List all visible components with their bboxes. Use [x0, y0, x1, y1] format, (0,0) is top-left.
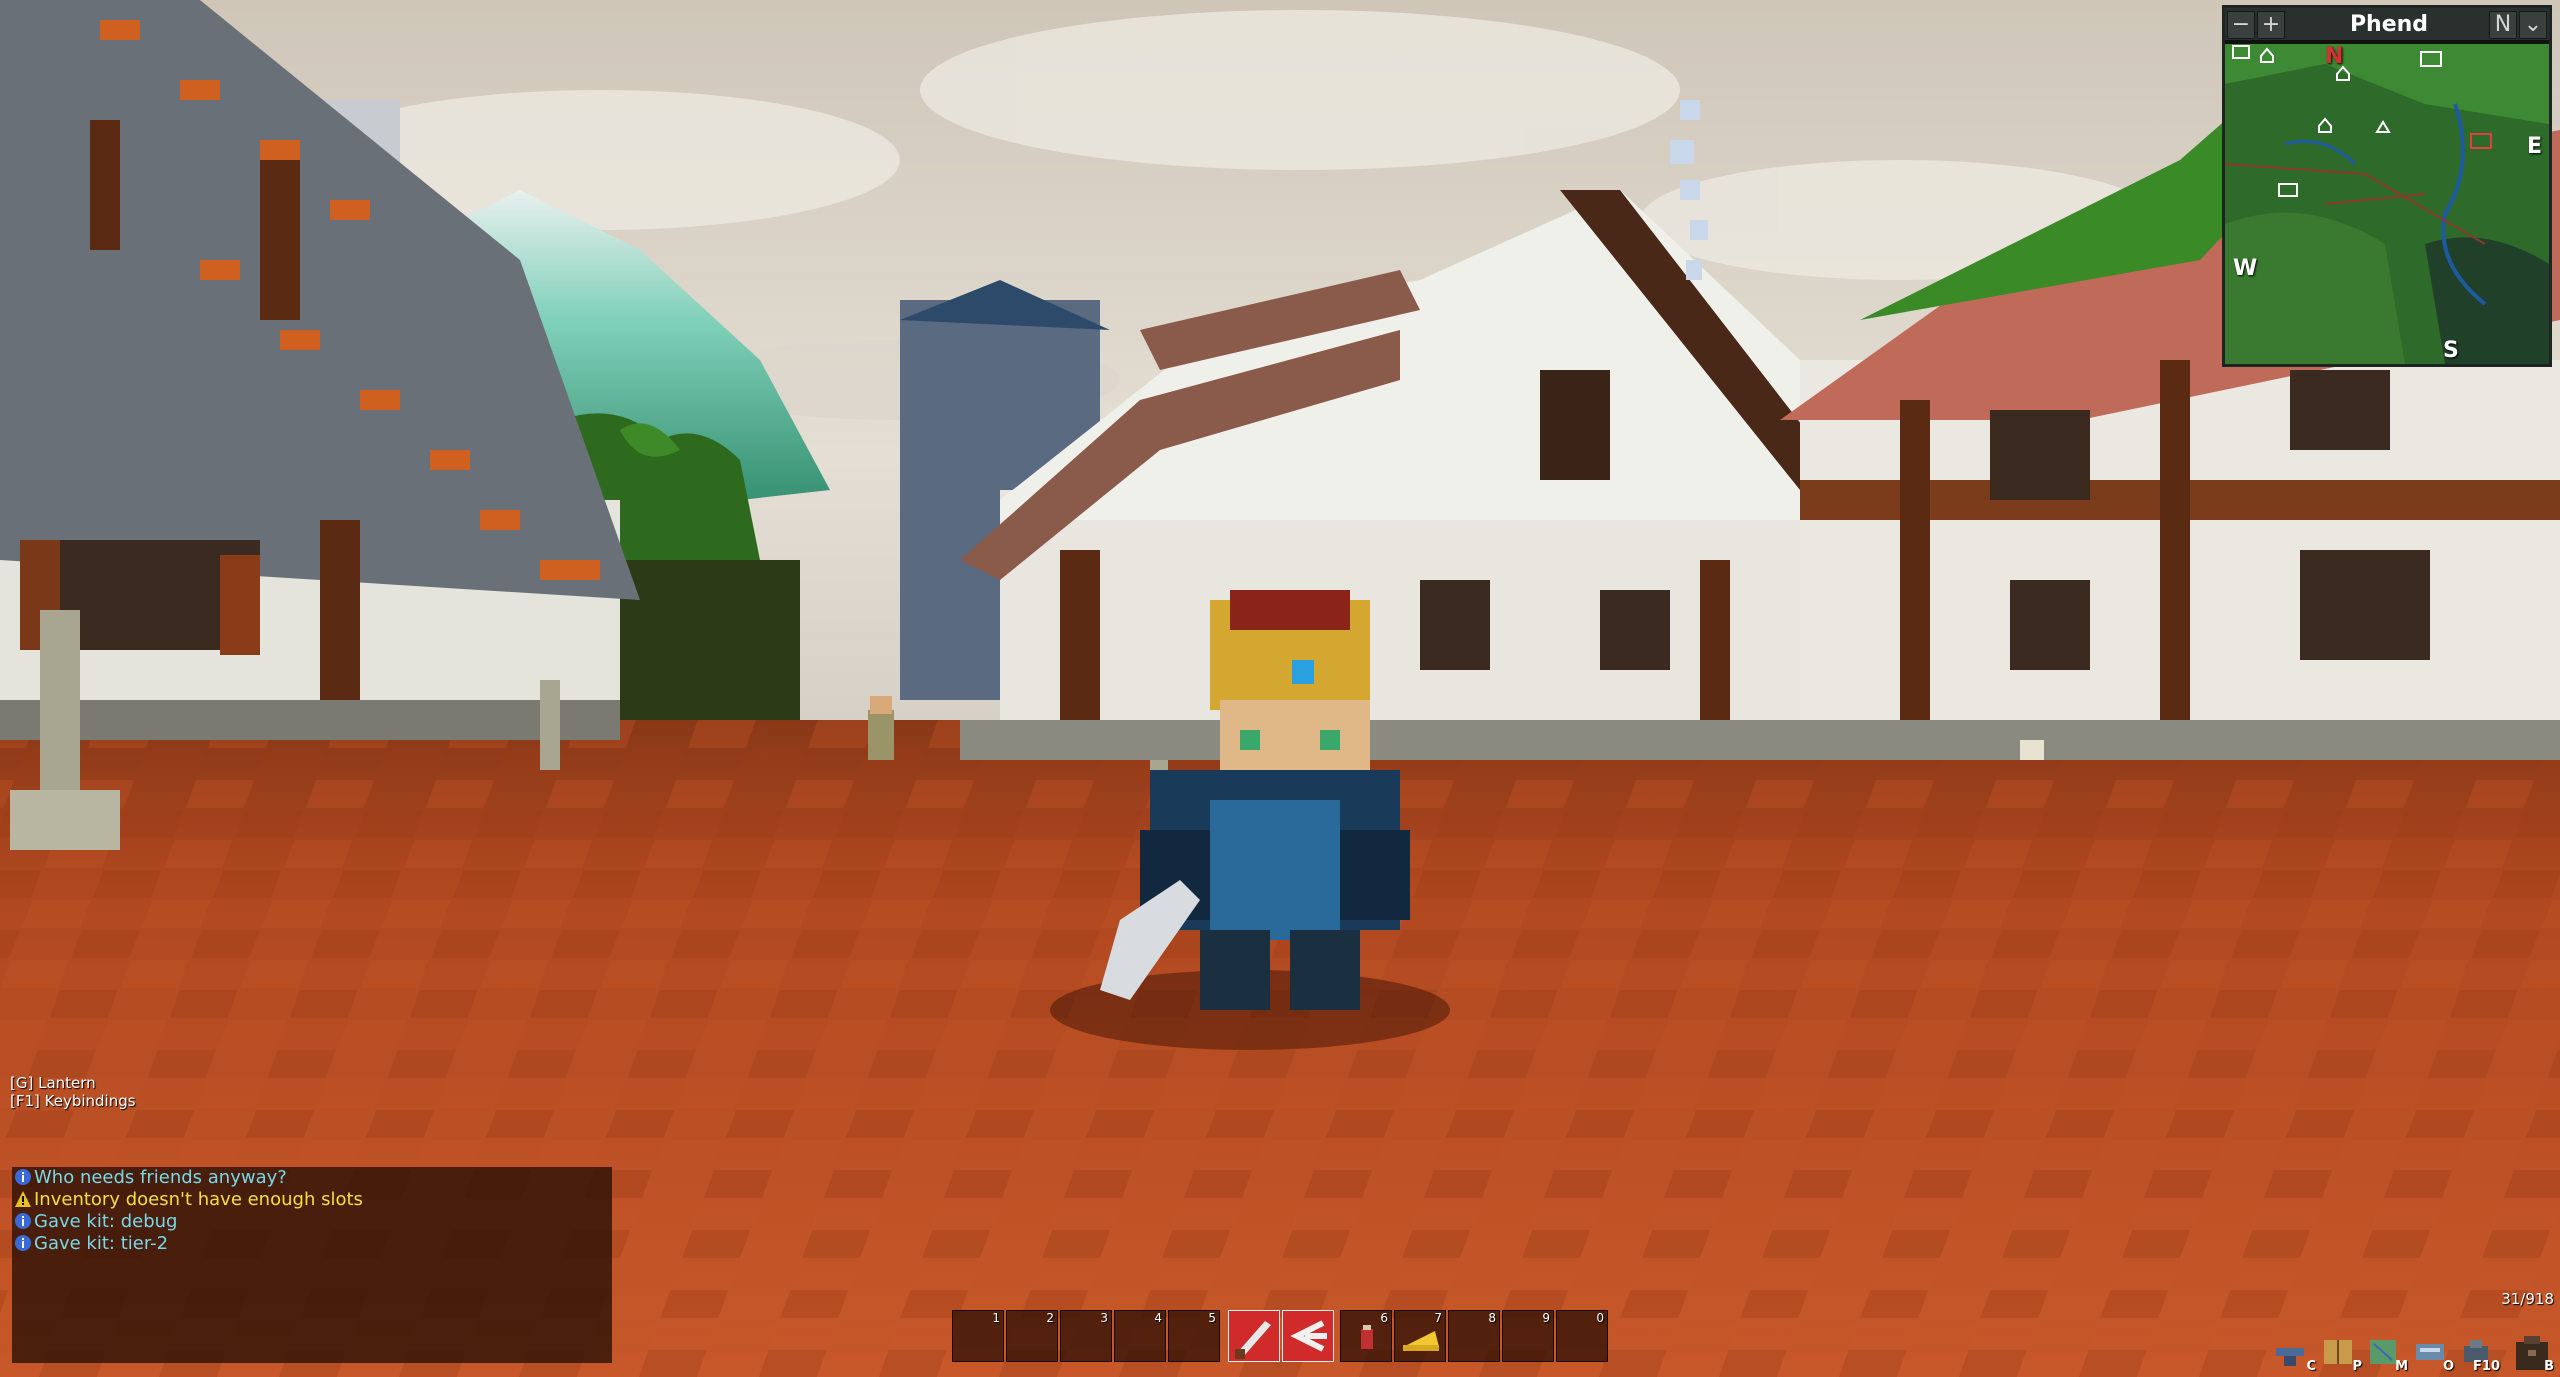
lantern-hint: [G] Lantern — [10, 1074, 96, 1092]
hotbar-slot-1[interactable]: 1 — [952, 1310, 1004, 1362]
hotbar-slot-3[interactable]: 3 — [1060, 1310, 1112, 1362]
hotbar-slot-4[interactable]: 4 — [1114, 1310, 1166, 1362]
minimap-terrain[interactable]: N E S W — [2225, 44, 2549, 364]
hotbar: 1 2 3 4 5 6 7 8 9 0 — [952, 1310, 1612, 1366]
hotbar-slot-8[interactable]: 8 — [1448, 1310, 1500, 1362]
slot-key: 0 — [1596, 1311, 1604, 1325]
collapse-minimap-button[interactable]: ⌄ — [2519, 11, 2547, 39]
slot-key: 9 — [1542, 1311, 1550, 1325]
menu-buttons: C P M O F10 B — [2272, 1334, 2560, 1374]
crafting-button[interactable]: C — [2272, 1334, 2316, 1374]
info-icon — [15, 1169, 31, 1185]
slot-key: 8 — [1488, 1311, 1496, 1325]
info-icon — [15, 1235, 31, 1251]
spellbook-key: P — [2352, 1359, 2362, 1374]
minimap-toolbar: − + Phend N ⌄ — [2225, 8, 2549, 42]
zoom-in-button[interactable]: + — [2257, 11, 2285, 39]
keybindings-hint: [F1] Keybindings — [10, 1092, 136, 1110]
slot-key: 7 — [1434, 1311, 1442, 1325]
cat — [2020, 740, 2044, 760]
hotbar-slot-9[interactable]: 9 — [1502, 1310, 1554, 1362]
social-button[interactable]: O — [2410, 1334, 2454, 1374]
minimap-location-name: Phend — [2349, 12, 2429, 37]
warning-icon — [15, 1191, 31, 1207]
chat-message-text: Who needs friends anyway? — [34, 1167, 287, 1188]
slot-key: 4 — [1154, 1311, 1162, 1325]
compass-north: N — [2325, 44, 2344, 69]
slot-key: 2 — [1046, 1311, 1054, 1325]
npc-villager — [868, 696, 894, 760]
ability-icon — [1290, 1320, 1327, 1352]
chat-message: Gave kit: debug — [14, 1211, 177, 1233]
compass-west: W — [2233, 256, 2258, 281]
inventory-bag-button[interactable]: B — [2510, 1334, 2554, 1374]
minimap-terrain-image — [2225, 44, 2549, 364]
compass-south: S — [2443, 338, 2459, 363]
slot-key: 6 — [1380, 1311, 1388, 1325]
primary-weapon-slot[interactable] — [1228, 1310, 1280, 1362]
keybinding-hints: [G] Lantern [F1] Keybindings — [10, 1074, 136, 1110]
social-key: O — [2442, 1359, 2454, 1374]
chat-message-text: Gave kit: tier-2 — [34, 1233, 169, 1254]
map-button[interactable]: M — [2364, 1334, 2408, 1374]
slot-key: 5 — [1208, 1311, 1216, 1325]
compass-east: E — [2527, 134, 2543, 159]
chat-window[interactable]: Who needs friends anyway? Inventory does… — [12, 1167, 612, 1363]
version-counter: 31/918 — [2501, 1290, 2554, 1308]
sword-icon — [1235, 1321, 1271, 1359]
crafting-key: C — [2306, 1359, 2316, 1374]
map-key: M — [2395, 1359, 2408, 1374]
chat-message: Inventory doesn't have enough slots — [14, 1189, 363, 1211]
inventory-key: B — [2544, 1359, 2554, 1374]
chat-message-text: Inventory doesn't have enough slots — [34, 1189, 363, 1210]
hotbar-slot-0[interactable]: 0 — [1556, 1310, 1608, 1362]
settings-key: F10 — [2473, 1359, 2500, 1374]
zoom-out-button[interactable]: − — [2227, 11, 2255, 39]
minimap[interactable]: − + Phend N ⌄ N E S W — [2222, 5, 2552, 367]
chat-message: Gave kit: tier-2 — [14, 1233, 168, 1255]
hotbar-slot-6[interactable]: 6 — [1340, 1310, 1392, 1362]
slot-key: 1 — [992, 1311, 1000, 1325]
info-icon — [15, 1213, 31, 1229]
hotbar-slot-5[interactable]: 5 — [1168, 1310, 1220, 1362]
chat-message: Who needs friends anyway? — [14, 1167, 287, 1189]
spellbook-button[interactable]: P — [2318, 1334, 2362, 1374]
settings-button[interactable]: F10 — [2456, 1334, 2500, 1374]
north-lock-button[interactable]: N — [2489, 11, 2517, 39]
slot-key: 3 — [1100, 1311, 1108, 1325]
chat-message-text: Gave kit: debug — [34, 1211, 178, 1232]
hotbar-slot-7[interactable]: 7 — [1394, 1310, 1446, 1362]
hotbar-slot-2[interactable]: 2 — [1006, 1310, 1058, 1362]
secondary-ability-slot[interactable] — [1282, 1310, 1334, 1362]
